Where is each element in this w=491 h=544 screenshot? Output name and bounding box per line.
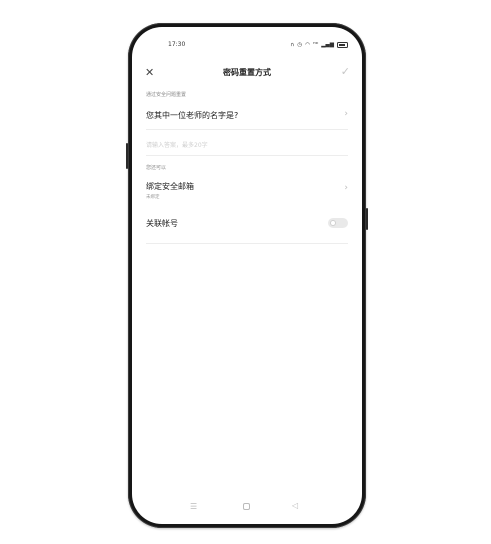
- divider: [146, 129, 348, 130]
- top-bar: ✕ 密码重置方式 ✓: [132, 63, 362, 83]
- alarm-icon: ◷: [297, 42, 303, 48]
- bind-email-title: 绑定安全邮箱: [146, 182, 194, 191]
- battery-icon: [337, 42, 348, 48]
- bind-email-status: 未绑定: [146, 195, 160, 200]
- volume-button: [126, 143, 128, 169]
- section-label-security-question: 通过安全问题重置: [146, 92, 187, 98]
- answer-input[interactable]: 请输入答案，最多20字: [146, 140, 208, 149]
- hd-icon: ᴴᴰ: [313, 42, 319, 48]
- headset-icon: ∩: [290, 42, 295, 48]
- security-question-text: 您其中一位老师的名字是?: [146, 111, 239, 120]
- chevron-right-icon: ›: [344, 109, 348, 119]
- answer-input-underline: [146, 155, 348, 156]
- navigation-bar: ☰ ◁: [132, 501, 362, 514]
- status-icons: ∩ ◷ ◠ ᴴᴰ ▂▄▆: [290, 41, 348, 49]
- page-title: 密码重置方式: [223, 68, 271, 77]
- linked-account-toggle[interactable]: [328, 218, 348, 228]
- bind-email-row[interactable]: 绑定安全邮箱 未绑定 ›: [146, 181, 348, 201]
- chevron-right-icon: ›: [344, 183, 348, 193]
- linked-account-title: 关联帐号: [146, 219, 178, 228]
- status-time: 17:30: [168, 41, 186, 48]
- signal-icon: ▂▄▆: [321, 42, 334, 48]
- linked-account-row: 关联帐号: [146, 218, 348, 230]
- wifi-icon: ◠: [305, 42, 311, 48]
- back-icon[interactable]: ◁: [292, 501, 298, 510]
- status-bar: 17:30 ∩ ◷ ◠ ᴴᴰ ▂▄▆: [132, 41, 362, 51]
- confirm-check-icon[interactable]: ✓: [341, 66, 350, 78]
- screen: 17:30 ∩ ◷ ◠ ᴴᴰ ▂▄▆ ✕ 密码重置方式 ✓ 通过安全问题重置 您…: [132, 27, 362, 524]
- security-question-selector[interactable]: 您其中一位老师的名字是? ›: [146, 109, 348, 124]
- home-icon[interactable]: [243, 503, 250, 510]
- power-button: [366, 208, 368, 230]
- phone-frame: 17:30 ∩ ◷ ◠ ᴴᴰ ▂▄▆ ✕ 密码重置方式 ✓ 通过安全问题重置 您…: [126, 23, 368, 528]
- menu-icon[interactable]: ☰: [190, 502, 197, 511]
- divider: [146, 243, 348, 244]
- section-label-other-options: 您还可以: [146, 165, 167, 171]
